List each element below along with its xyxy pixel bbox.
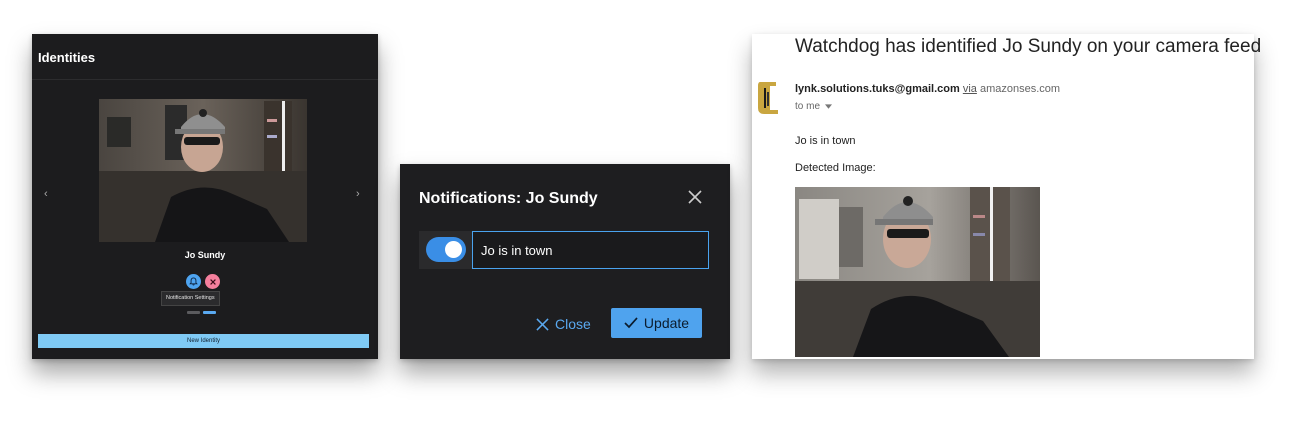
update-label: Update [643, 315, 690, 331]
notification-toggle[interactable] [426, 237, 466, 262]
recipient-line[interactable]: to me [795, 101, 832, 112]
email-sender: lynk.solutions.tuks@gmail.com via amazon… [795, 83, 1060, 95]
carousel-dot-1[interactable] [187, 311, 200, 314]
email-subject: Watchdog has identified Jo Sundy on your… [795, 36, 1262, 57]
via-domain: amazonses.com [979, 83, 1061, 95]
delete-identity-button[interactable] [205, 274, 220, 289]
identity-photo [99, 99, 307, 242]
recipient-label: to me [795, 101, 821, 112]
sender-address: lynk.solutions.tuks@gmail.com [795, 83, 960, 95]
email-detected-label: Detected Image: [795, 162, 876, 174]
logo-icon [758, 82, 778, 114]
notification-settings-button[interactable] [186, 274, 201, 289]
email-view: Watchdog has identified Jo Sundy on your… [752, 34, 1261, 359]
dropdown-caret-icon [824, 104, 832, 109]
chevron-right-icon[interactable]: › [356, 188, 360, 200]
email-body-message: Jo is in town [795, 135, 856, 147]
close-label: Close [555, 316, 591, 332]
close-icon [536, 317, 549, 331]
via-link[interactable]: via [963, 83, 977, 95]
identities-header: Identities [32, 34, 378, 80]
close-button[interactable]: Close [536, 314, 591, 334]
notification-message-input[interactable] [472, 231, 709, 269]
chevron-left-icon[interactable]: ‹ [44, 188, 48, 200]
carousel-dot-2[interactable] [203, 311, 216, 314]
identities-title: Identities [38, 50, 96, 65]
toggle-knob [445, 241, 462, 258]
notification-settings-tooltip: Notification Settings [161, 291, 220, 306]
notifications-dialog: Notifications: Jo Sundy Close Update [400, 164, 730, 359]
update-button[interactable]: Update [611, 308, 702, 338]
detected-image [795, 187, 1040, 357]
delete-x-icon [209, 278, 216, 285]
identities-panel: Identities ‹ › Jo Sundy Notification Set… [32, 34, 378, 359]
bell-icon [189, 277, 198, 286]
dialog-title: Notifications: Jo Sundy [419, 190, 598, 207]
new-identity-button[interactable]: New Identity [38, 334, 369, 348]
close-icon[interactable] [688, 190, 702, 204]
check-icon [624, 317, 638, 329]
identity-name: Jo Sundy [184, 250, 226, 260]
